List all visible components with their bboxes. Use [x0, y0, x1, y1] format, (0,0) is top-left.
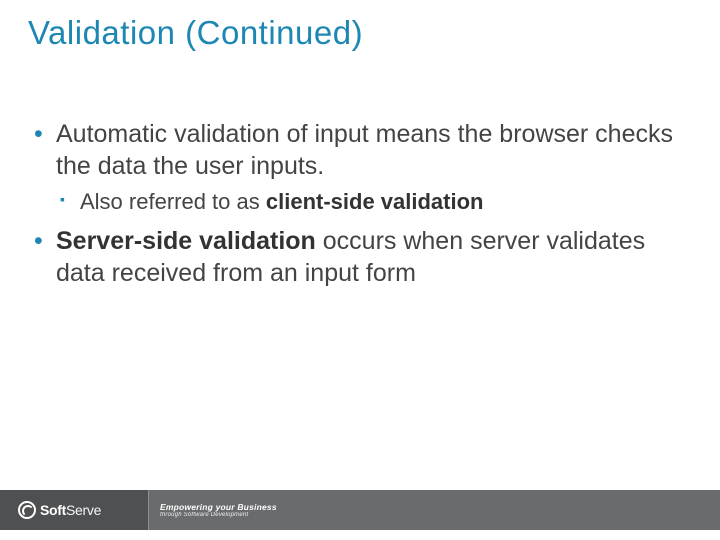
tagline-1: Empowering your Business — [160, 502, 277, 512]
slide-title: Validation (Continued) — [28, 14, 363, 52]
bullet-item-2: Server-side validation occurs when serve… — [32, 225, 680, 289]
footer-divider — [148, 490, 149, 530]
bullet-item-1: Automatic validation of input means the … — [32, 118, 680, 217]
sub-bullet-item-1: Also referred to as client-side validati… — [56, 188, 680, 217]
content-area: Automatic validation of input means the … — [32, 118, 680, 297]
footer-logo-area: SoftServe — [0, 490, 148, 530]
logo-light: Serve — [66, 502, 101, 518]
sub-bullet-list: Also referred to as client-side validati… — [56, 188, 680, 217]
sub-bullet-1-pre: Also referred to as — [80, 189, 266, 214]
bullet-1-text: Automatic validation of input means the … — [56, 120, 673, 180]
bullet-2-bold: Server-side validation — [56, 227, 316, 255]
tagline-2: through Software Development — [160, 512, 277, 518]
bullet-list: Automatic validation of input means the … — [32, 118, 680, 289]
sub-bullet-1-bold: client-side validation — [266, 189, 484, 214]
slide: Validation (Continued) Automatic validat… — [0, 0, 720, 540]
logo-bold: Soft — [40, 502, 66, 518]
logo-text: SoftServe — [40, 502, 101, 518]
footer-tagline: Empowering your Business through Softwar… — [160, 490, 277, 530]
logo-icon — [18, 501, 36, 519]
